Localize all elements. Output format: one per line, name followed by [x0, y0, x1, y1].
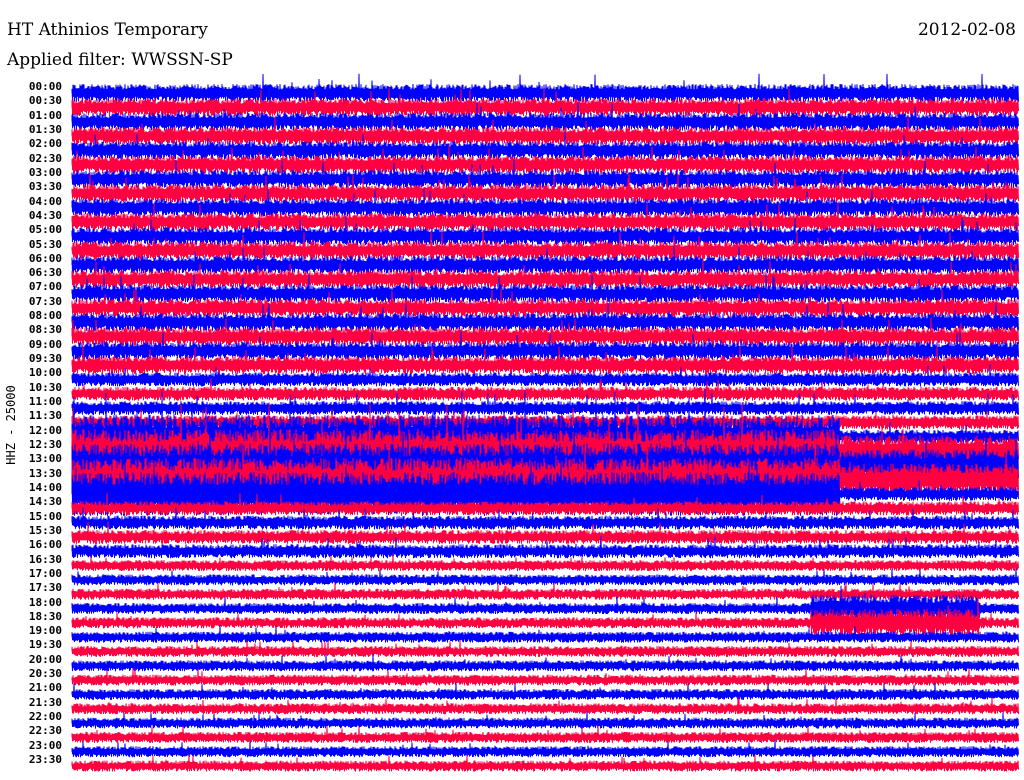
row-label: 13:00: [28, 452, 62, 466]
trace-1930: [71, 639, 1019, 658]
row-label: 10:00: [28, 366, 62, 380]
row-label: 08:30: [28, 323, 62, 337]
row-label: 05:00: [28, 223, 62, 237]
row-label: 11:30: [28, 409, 62, 423]
row-label: 22:00: [28, 710, 62, 724]
row-label: 19:30: [28, 638, 62, 652]
row-label: 07:30: [28, 294, 62, 308]
trace-2200: [71, 711, 1019, 729]
row-label: 12:00: [28, 423, 62, 437]
row-label: 23:30: [28, 753, 62, 767]
row-label: 22:30: [28, 724, 62, 738]
y-axis-label: HHZ - 25000: [4, 385, 18, 465]
row-label: 23:00: [28, 738, 62, 752]
row-label: 15:30: [28, 523, 62, 537]
row-label: 01:00: [28, 108, 62, 122]
row-label: 11:00: [28, 395, 62, 409]
row-label: 03:30: [28, 180, 62, 194]
row-label: 14:00: [28, 480, 62, 494]
filter-label: Applied filter: WWSSN-SP: [7, 50, 233, 70]
row-label: 20:30: [28, 667, 62, 681]
row-label: 05:30: [28, 237, 62, 251]
row-label: 10:30: [28, 380, 62, 394]
row-label: 12:30: [28, 438, 62, 451]
row-label: 02:30: [28, 151, 62, 165]
row-label: 14:30: [28, 495, 62, 509]
row-label: 09:30: [28, 352, 62, 366]
row-label: 06:30: [28, 266, 62, 280]
row-label: 17:00: [28, 566, 62, 580]
row-label: 20:00: [28, 652, 62, 666]
row-label: 18:00: [28, 595, 62, 609]
trace-2300: [71, 739, 1019, 758]
helicorder-plot: [71, 73, 1019, 772]
row-label: 18:30: [28, 609, 62, 623]
row-label: 08:00: [28, 309, 62, 323]
row-label: 00:00: [28, 80, 62, 93]
row-label: 21:30: [28, 695, 62, 709]
row-label: 02:00: [28, 137, 62, 151]
row-label: 09:00: [28, 337, 62, 351]
row-label: 06:00: [28, 251, 62, 265]
row-label: 21:00: [28, 681, 62, 695]
trace-2330: [71, 754, 1019, 772]
row-label: 17:30: [28, 581, 62, 595]
row-label: 07:00: [28, 280, 62, 294]
row-label: 04:00: [28, 194, 62, 208]
row-label: 16:00: [28, 538, 62, 552]
row-label: 03:00: [28, 165, 62, 179]
row-label: 00:30: [28, 94, 62, 108]
row-label: 01:30: [28, 122, 62, 136]
trace-2230: [71, 725, 1019, 743]
trace-0000: [71, 73, 1019, 103]
row-label: 19:00: [28, 624, 62, 638]
trace-2130: [71, 697, 1019, 715]
row-label: 13:30: [28, 466, 62, 480]
row-label: 04:30: [28, 208, 62, 222]
row-label: 16:30: [28, 552, 62, 566]
trace-1730: [71, 582, 1019, 600]
row-label: 15:00: [28, 509, 62, 523]
